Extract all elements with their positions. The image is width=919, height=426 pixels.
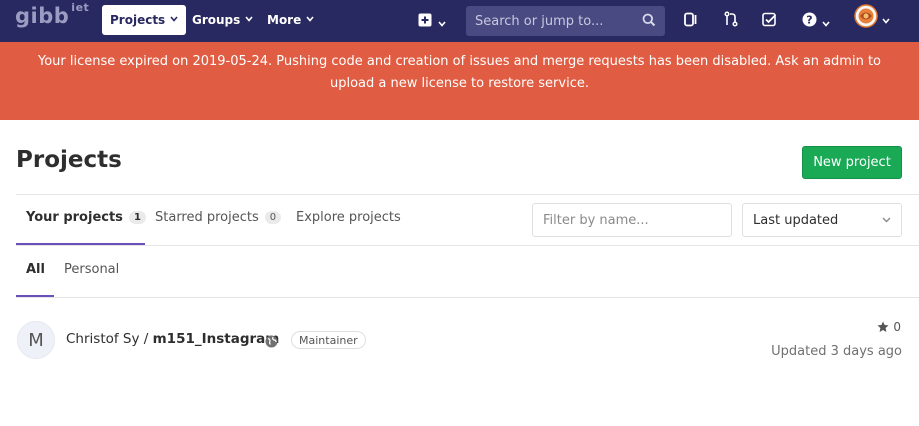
chevron-down-icon <box>822 12 830 31</box>
tab-label: Starred projects <box>155 210 259 225</box>
count-badge: 0 <box>264 211 282 224</box>
project-name-link[interactable]: Christof Sy / m151_Instagram <box>66 331 279 347</box>
todo-check-icon <box>762 12 777 31</box>
star-icon <box>877 321 889 333</box>
chevron-down-icon <box>882 215 891 226</box>
new-item-dropdown-button[interactable] <box>418 12 446 30</box>
tab-starred-projects[interactable]: Starred projects 0 <box>155 210 282 225</box>
banner-text: Your license expired on 2019-05-24. Push… <box>37 54 881 91</box>
svg-text:?: ? <box>806 13 812 26</box>
globe-icon <box>265 333 278 352</box>
groups-menu-button[interactable]: Groups <box>184 5 261 35</box>
chevron-down-icon <box>170 15 178 25</box>
search-input[interactable] <box>475 13 635 29</box>
merge-requests-icon-button[interactable] <box>724 11 738 31</box>
project-namespace: Christof Sy / <box>66 331 153 347</box>
help-dropdown-button[interactable]: ? <box>802 12 830 30</box>
projects-menu-button[interactable]: Projects <box>102 5 187 35</box>
page-title: Projects <box>16 147 122 173</box>
divider <box>16 297 919 298</box>
subtab-label: Personal <box>64 262 120 277</box>
chevron-down-icon <box>438 12 446 31</box>
user-avatar <box>854 4 878 32</box>
search-icon <box>642 12 656 31</box>
filter-by-name-input[interactable] <box>532 203 732 237</box>
role-badge: Maintainer <box>291 331 366 349</box>
logo[interactable]: gibb iet <box>15 1 90 28</box>
top-navbar: gibb iet Projects Groups More Search or … <box>0 0 919 42</box>
more-menu-label: More <box>267 13 302 27</box>
question-circle-icon: ? <box>802 12 817 31</box>
divider <box>16 245 919 246</box>
merge-request-icon <box>724 11 738 31</box>
star-count[interactable]: 0 <box>877 320 901 334</box>
search-box[interactable] <box>466 6 665 36</box>
projects-menu-label: Projects <box>110 13 166 27</box>
divider <box>16 194 919 195</box>
logo-superscript: iet <box>71 1 90 14</box>
todos-icon-button[interactable] <box>762 12 777 30</box>
chevron-down-icon <box>245 15 253 25</box>
sort-selected-label: Last updated <box>753 212 839 228</box>
chevron-down-icon <box>306 15 314 25</box>
subtab-personal[interactable]: Personal <box>64 262 119 277</box>
more-menu-button[interactable]: More <box>259 5 322 35</box>
tab-label: Explore projects <box>296 210 401 225</box>
plus-square-icon <box>418 12 432 31</box>
new-project-button[interactable]: New project <box>802 146 902 179</box>
logo-text: gibb <box>15 4 70 28</box>
subtab-all[interactable]: All <box>26 262 45 277</box>
tab-explore-projects[interactable]: Explore projects <box>296 210 401 225</box>
sort-dropdown[interactable]: Last updated <box>742 203 902 237</box>
subtab-label: All <box>26 262 45 277</box>
updated-timestamp: Updated 3 days ago <box>771 344 902 359</box>
license-expired-banner: Your license expired on 2019-05-24. Push… <box>0 42 919 120</box>
groups-menu-label: Groups <box>192 13 241 27</box>
project-slug: m151_Instagram <box>152 331 280 347</box>
count-badge: 1 <box>128 211 146 224</box>
chevron-down-icon <box>882 9 890 28</box>
tab-your-projects[interactable]: Your projects 1 <box>26 210 146 225</box>
star-count-value: 0 <box>893 320 901 334</box>
issues-icon-button[interactable] <box>684 12 698 30</box>
project-avatar[interactable]: M <box>17 321 55 359</box>
issues-icon <box>684 12 698 31</box>
user-menu-button[interactable] <box>854 4 890 28</box>
tab-label: Your projects <box>26 210 123 225</box>
